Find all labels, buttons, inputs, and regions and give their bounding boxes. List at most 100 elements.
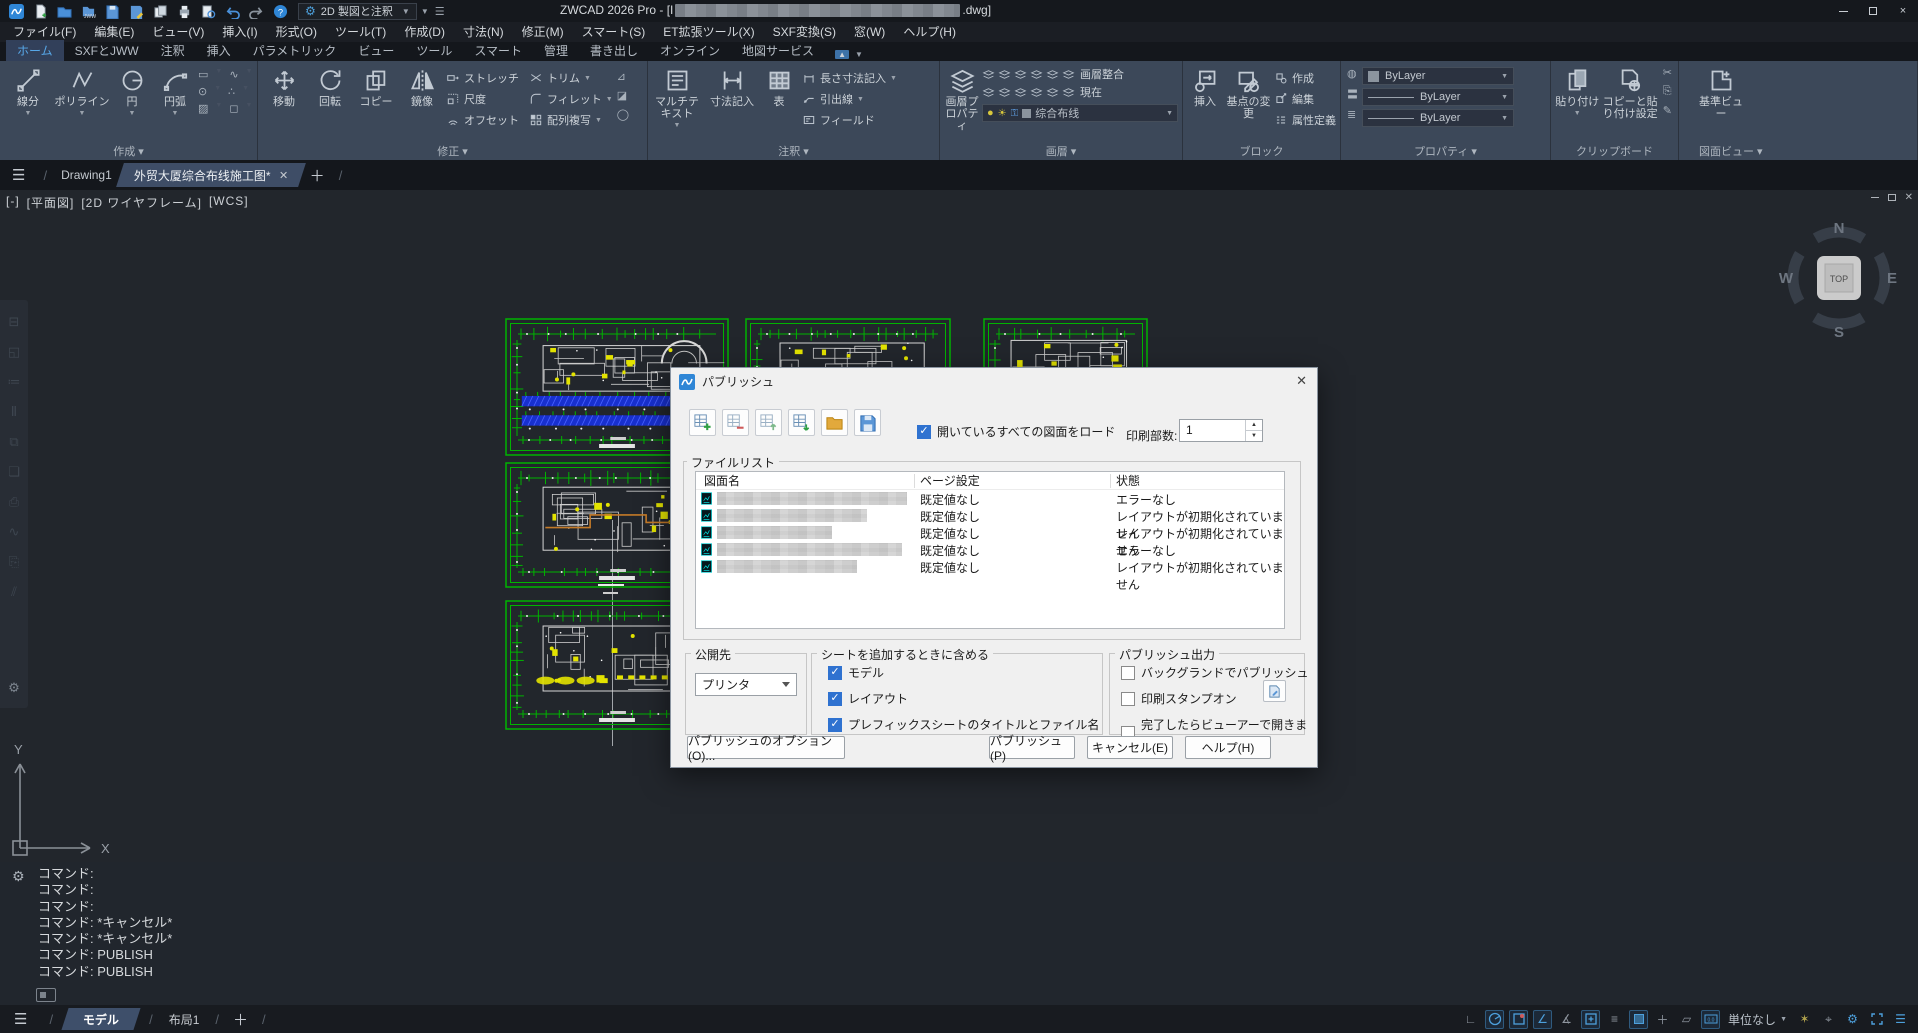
plot-stamp-checkbox[interactable]: [1121, 692, 1135, 706]
menu-modify[interactable]: 修正(M): [513, 22, 573, 42]
offset-button[interactable]: オフセット: [446, 112, 519, 128]
vp-visual-style-control[interactable]: [2D ワイヤフレーム]: [81, 194, 202, 211]
load-all-row[interactable]: ✓ 開いているすべての図面をロード: [917, 423, 1115, 440]
menu-insert[interactable]: 挿入(I): [213, 22, 266, 42]
revcloud-icon[interactable]: ∿: [229, 68, 238, 81]
clean-screen-icon[interactable]: [1867, 1010, 1886, 1029]
attribute-define-button[interactable]: 属性定義: [1274, 112, 1336, 128]
snap-mode-icon[interactable]: ▱: [1677, 1010, 1696, 1029]
otrack-icon[interactable]: ∠: [1533, 1010, 1552, 1029]
color-palette-icon[interactable]: ◍: [1347, 67, 1358, 80]
layer-tool-icon[interactable]: [1014, 68, 1027, 81]
layer-tool-icon[interactable]: [982, 86, 995, 99]
units-dropdown[interactable]: 単位なし▼: [1725, 1011, 1790, 1028]
match-properties-icon[interactable]: ✎: [1663, 104, 1672, 117]
line-button[interactable]: 線分▼: [4, 64, 52, 145]
prefix-checkbox[interactable]: ✓: [828, 718, 842, 732]
preview-icon[interactable]: [198, 2, 218, 20]
sheet-remove-button[interactable]: [722, 409, 749, 436]
layer-tool-icon[interactable]: [982, 68, 995, 81]
spinner-up-icon[interactable]: ▲: [1246, 420, 1262, 431]
ribbon-tab-manage[interactable]: 管理: [533, 40, 579, 61]
qat-overflow-icon[interactable]: ▼: [421, 7, 429, 16]
lt-group-icon[interactable]: ⧉: [9, 434, 18, 450]
panel-label-layers[interactable]: 画層 ▾: [940, 145, 1182, 160]
insert-block-button[interactable]: 挿入: [1187, 64, 1223, 145]
panel-label-drawing-view[interactable]: 図面ビュー ▾: [1679, 145, 1917, 160]
ribbon-tab-tools[interactable]: ツール: [405, 40, 463, 61]
panel-label-properties[interactable]: プロパティ ▾: [1341, 145, 1550, 160]
workspace-selector[interactable]: ⚙ 2D 製図と注釈 ▼: [298, 3, 417, 20]
join-icon[interactable]: ⊿: [617, 70, 629, 83]
doc-tab-menu-icon[interactable]: ☰: [0, 166, 37, 184]
panel-label-block[interactable]: ブロック: [1183, 145, 1340, 160]
plot-stamp-row[interactable]: 印刷スタンプオン: [1121, 690, 1317, 707]
command-gear-icon[interactable]: ⚙: [12, 868, 25, 885]
ellipse-icon[interactable]: ⊙: [198, 85, 207, 98]
base-view-button[interactable]: 基準ビュー: [1695, 64, 1747, 145]
maximize-button[interactable]: [1858, 0, 1888, 22]
open-folder-icon[interactable]: [54, 2, 74, 20]
sheet-down-button[interactable]: [788, 409, 815, 436]
spinner-down-icon[interactable]: ▼: [1246, 431, 1262, 441]
region-icon[interactable]: ◻: [229, 102, 238, 115]
minimize-button[interactable]: [1828, 0, 1858, 22]
doc-minimize-icon[interactable]: [1871, 197, 1879, 198]
lt-slope-icon[interactable]: ⫽: [11, 584, 17, 600]
linetype-combo[interactable]: ByLayer▼: [1362, 109, 1514, 127]
transparency-icon[interactable]: [1629, 1010, 1648, 1029]
mtext-button[interactable]: マルチテキスト▼: [652, 64, 702, 145]
block-edit-button[interactable]: 編集: [1274, 91, 1336, 107]
layer-properties-button[interactable]: 画層プロパティ: [944, 64, 980, 145]
ribbon-tab-parametric[interactable]: パラメトリック: [242, 40, 348, 61]
lt-dim-icon[interactable]: Ⅱ: [11, 404, 17, 420]
layer-tool-icon[interactable]: [1062, 68, 1075, 81]
scale-button[interactable]: 尺度: [446, 91, 519, 107]
ribbon-tab-sxf-jww[interactable]: SXFとJWW: [64, 40, 150, 61]
col-page-setup[interactable]: ページ設定: [920, 472, 980, 489]
circle-button[interactable]: 円▼: [112, 64, 152, 145]
ribbon-collapse-down-icon[interactable]: ▼: [852, 50, 866, 59]
col-drawing-name[interactable]: 図面名: [704, 472, 740, 489]
lt-measure-icon[interactable]: ∿: [9, 524, 20, 540]
menu-et-tools[interactable]: ET拡張ツール(X): [654, 22, 763, 42]
save-icon[interactable]: [102, 2, 122, 20]
field-button[interactable]: フィールド: [802, 112, 897, 128]
file-list[interactable]: 図面名 ページ設定 状態 既定値なしエラーなし既定値なしレイアウトが初期化されて…: [695, 471, 1285, 629]
copy-clip-icon[interactable]: ⎘: [1663, 85, 1672, 98]
lt-pdf-icon[interactable]: ⎘: [9, 554, 19, 570]
layer-combo[interactable]: ● ☀ ⚿ 综合布线 ▼: [982, 104, 1178, 122]
view-cube[interactable]: N E S W TOP: [1777, 216, 1901, 340]
publish-to-dropdown[interactable]: プリンタ: [695, 673, 797, 696]
layer-tool-icon[interactable]: [1030, 68, 1043, 81]
publish-button[interactable]: パブリッシュ(P): [989, 736, 1075, 759]
menu-tools[interactable]: ツール(T): [326, 22, 395, 42]
lineweight-list-icon[interactable]: 〓: [1347, 86, 1358, 102]
ribbon-tab-home[interactable]: ホーム: [6, 40, 64, 61]
command-line-area[interactable]: ⚙ コマンド: コマンド: コマンド: コマンド: *キャンセル* コマンド: …: [0, 862, 1918, 1005]
statusbar-menu-icon[interactable]: ☰: [0, 1010, 43, 1028]
menu-window[interactable]: 窓(W): [845, 22, 894, 42]
lt-layer-icon[interactable]: ⊟: [9, 314, 20, 330]
osnap-icon[interactable]: [1509, 1010, 1528, 1029]
new-tab-icon[interactable]: ＋: [302, 165, 333, 186]
copies-spinner[interactable]: 1 ▲▼: [1179, 419, 1263, 442]
doc-restore-icon[interactable]: [1888, 194, 1896, 201]
layer-tool-icon[interactable]: [998, 68, 1011, 81]
linetype-list-icon[interactable]: ≣: [1347, 108, 1358, 121]
publish-options-button[interactable]: パブリッシュのオプション(O)...: [687, 736, 845, 759]
copy-doc-icon[interactable]: [150, 2, 170, 20]
layout-tab[interactable]: 布局1: [159, 1011, 210, 1028]
panel-label-draw[interactable]: 作成 ▾: [0, 145, 257, 160]
zwcad-logo-icon[interactable]: [6, 2, 26, 20]
dialog-title-bar[interactable]: パブリッシュ: [671, 368, 1317, 395]
save-list-button[interactable]: [854, 409, 881, 436]
print-icon[interactable]: [174, 2, 194, 20]
undo-icon[interactable]: [222, 2, 242, 20]
vp-view-control[interactable]: [平面図]: [27, 194, 75, 211]
copy-settings-button[interactable]: コピーと貼り付け設定: [1601, 64, 1658, 145]
ribbon-tab-annotate[interactable]: 注釈: [150, 40, 196, 61]
copy-button[interactable]: コピー: [354, 64, 398, 145]
arc-button[interactable]: 円弧▼: [154, 64, 196, 145]
sheet-add-button[interactable]: [689, 409, 716, 436]
